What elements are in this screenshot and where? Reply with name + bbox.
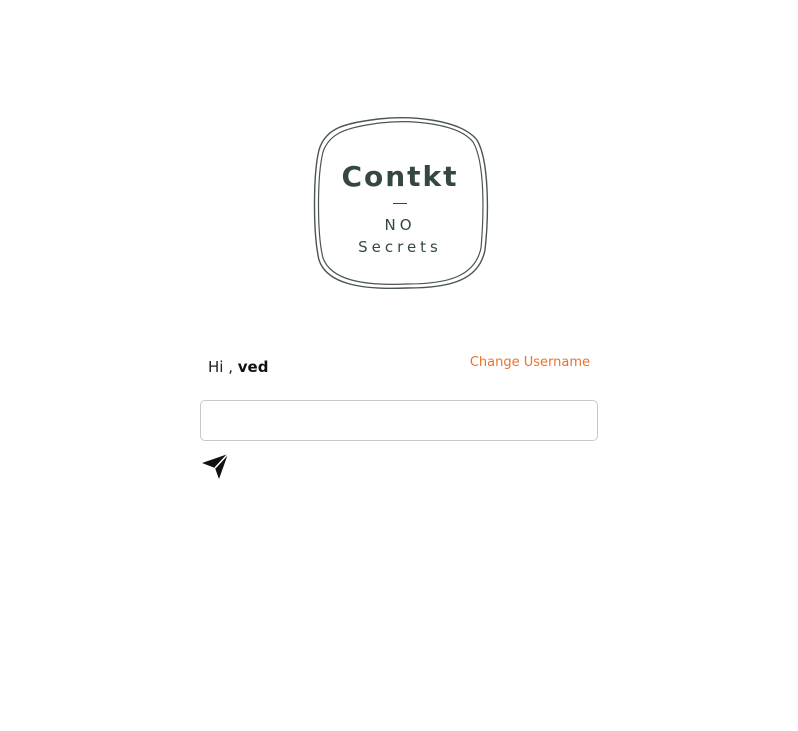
message-input[interactable] bbox=[200, 400, 598, 441]
logo-title: Contkt bbox=[341, 160, 459, 193]
logo-divider bbox=[393, 203, 407, 204]
greeting-username: ved bbox=[237, 358, 269, 376]
app-logo: Contkt NO Secrets bbox=[311, 114, 489, 292]
greeting: Hi , ved bbox=[208, 358, 268, 376]
logo-tagline-line-2: Secrets bbox=[358, 238, 442, 256]
send-button[interactable] bbox=[200, 451, 232, 481]
paper-plane-icon bbox=[202, 453, 229, 479]
greeting-prefix: Hi , bbox=[208, 358, 233, 376]
change-username-link[interactable]: Change Username bbox=[470, 355, 590, 370]
logo-tagline-line-1: NO bbox=[384, 216, 416, 234]
